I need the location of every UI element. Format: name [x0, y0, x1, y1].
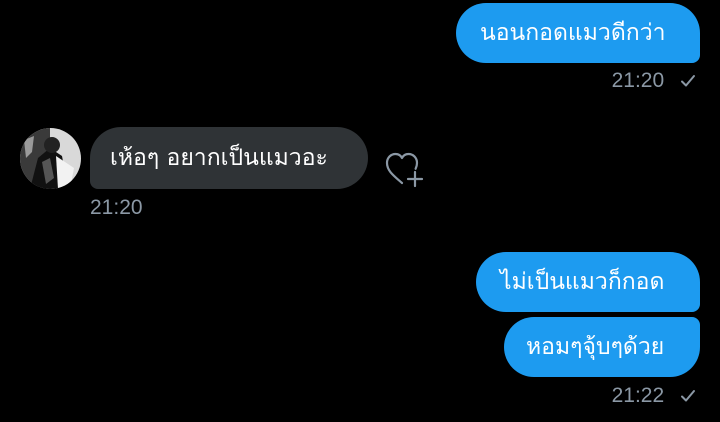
message-bubble-outgoing[interactable]: นอนกอดแมวดีกว่า — [456, 3, 700, 63]
message-text: เห้อๆ อยากเป็นแมวอะ — [110, 144, 328, 171]
timestamp-text: 21:22 — [611, 384, 665, 407]
read-check-icon — [681, 390, 695, 402]
add-reaction-button[interactable] — [384, 150, 426, 190]
message-text: ไม่เป็นแมวก็กอด — [500, 268, 665, 295]
timestamp-text: 21:20 — [90, 196, 143, 219]
read-check-icon — [681, 75, 695, 87]
message-bubble-outgoing[interactable]: ไม่เป็นแมวก็กอด — [476, 252, 700, 312]
heart-plus-icon — [385, 152, 424, 188]
message-timestamp: 21:22 — [612, 385, 696, 406]
message-bubble-outgoing[interactable]: หอมๆจุ้บๆด้วย — [504, 317, 700, 377]
timestamp-text: 21:20 — [611, 69, 665, 92]
message-timestamp: 21:20 — [612, 70, 696, 91]
message-timestamp: 21:20 — [90, 197, 143, 218]
message-text: หอมๆจุ้บๆด้วย — [526, 333, 665, 360]
message-text: นอนกอดแมวดีกว่า — [480, 19, 666, 46]
message-bubble-incoming[interactable]: เห้อๆ อยากเป็นแมวอะ — [90, 127, 368, 189]
avatar[interactable] — [20, 128, 81, 189]
user-avatar-image — [20, 128, 81, 189]
